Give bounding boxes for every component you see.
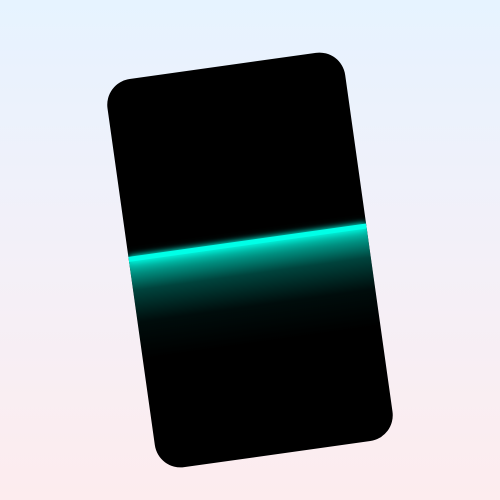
scan-glow bbox=[128, 227, 381, 360]
phone-screen bbox=[103, 49, 397, 471]
